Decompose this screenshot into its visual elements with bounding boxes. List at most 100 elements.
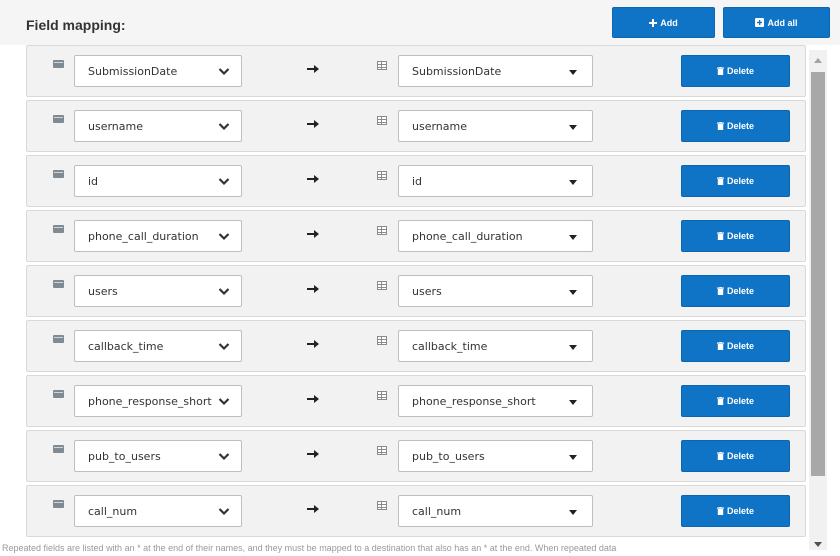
table-icon: [377, 61, 387, 70]
destination-field-select[interactable]: id: [398, 165, 593, 197]
table-icon: [377, 171, 387, 180]
trash-icon: [716, 507, 724, 515]
source-field-select[interactable]: phone_response_short: [74, 385, 242, 417]
source-field-select[interactable]: users: [74, 275, 242, 307]
destination-field-select[interactable]: callback_time: [398, 330, 593, 362]
source-field-select[interactable]: callback_time: [74, 330, 242, 362]
source-field-select[interactable]: phone_call_duration: [74, 220, 242, 252]
chevron-down-icon: [218, 233, 230, 241]
destination-field-value: users: [412, 284, 442, 298]
arrow-right-icon: [307, 120, 319, 128]
destination-field-value: SubmissionDate: [412, 64, 502, 78]
mapping-row: phone_call_duration phone_call_duration …: [26, 210, 806, 262]
delete-button-label: Delete: [726, 341, 754, 351]
source-field-select[interactable]: SubmissionDate: [74, 55, 242, 87]
field-mapping-header: Field mapping: Add Add all: [0, 0, 840, 45]
source-field-value: id: [88, 174, 99, 188]
mapping-row: username username Delete: [26, 100, 806, 152]
delete-button-label: Delete: [726, 286, 754, 296]
delete-button[interactable]: Delete: [681, 495, 790, 527]
field-icon: [53, 280, 64, 288]
destination-field-value: pub_to_users: [412, 449, 485, 463]
add-all-button[interactable]: Add all: [723, 7, 830, 38]
destination-field-select[interactable]: pub_to_users: [398, 440, 593, 472]
delete-button[interactable]: Delete: [681, 165, 790, 197]
destination-field-select[interactable]: username: [398, 110, 593, 142]
source-field-value: pub_to_users: [88, 449, 161, 463]
delete-button-label: Delete: [726, 176, 754, 186]
trash-icon: [716, 342, 724, 350]
source-field-select[interactable]: call_num: [74, 495, 242, 527]
caret-down-icon: [569, 235, 577, 240]
trash-icon: [716, 232, 724, 240]
delete-button-label: Delete: [726, 231, 754, 241]
delete-button[interactable]: Delete: [681, 220, 790, 252]
trash-icon: [716, 67, 724, 75]
arrow-right-icon: [307, 65, 319, 73]
source-field-value: phone_call_duration: [88, 229, 199, 243]
field-icon: [53, 390, 64, 398]
field-icon: [53, 170, 64, 178]
source-field-value: SubmissionDate: [88, 64, 178, 78]
scrollbar-thumb[interactable]: [811, 72, 825, 476]
delete-button-label: Delete: [726, 66, 754, 76]
destination-field-select[interactable]: users: [398, 275, 593, 307]
add-button[interactable]: Add: [612, 7, 715, 38]
chevron-down-icon: [218, 123, 230, 131]
arrow-right-icon: [307, 175, 319, 183]
chevron-down-icon: [218, 178, 230, 186]
field-icon: [53, 500, 64, 508]
table-icon: [377, 226, 387, 235]
destination-field-select[interactable]: SubmissionDate: [398, 55, 593, 87]
mapping-list: SubmissionDate SubmissionDate Delete use…: [26, 45, 806, 550]
destination-field-select[interactable]: call_num: [398, 495, 593, 527]
add-button-label: Add: [660, 17, 678, 28]
mapping-row: callback_time callback_time Delete: [26, 320, 806, 372]
table-icon: [377, 116, 387, 125]
add-all-button-label: Add all: [767, 17, 798, 28]
caret-down-icon: [569, 345, 577, 350]
destination-field-value: username: [412, 119, 467, 133]
delete-button-label: Delete: [726, 451, 754, 461]
source-field-value: phone_response_short: [88, 394, 212, 408]
field-icon: [53, 225, 64, 233]
delete-button[interactable]: Delete: [681, 440, 790, 472]
field-icon: [53, 335, 64, 343]
mapping-row: users users Delete: [26, 265, 806, 317]
delete-button-label: Delete: [726, 506, 754, 516]
table-icon: [377, 336, 387, 345]
delete-button[interactable]: Delete: [681, 55, 790, 87]
delete-button[interactable]: Delete: [681, 110, 790, 142]
arrow-right-icon: [307, 505, 319, 513]
caret-down-icon: [569, 290, 577, 295]
chevron-down-icon: [218, 453, 230, 461]
source-field-select[interactable]: username: [74, 110, 242, 142]
page-title: Field mapping:: [26, 17, 126, 33]
mapping-row: SubmissionDate SubmissionDate Delete: [26, 45, 806, 97]
delete-button[interactable]: Delete: [681, 330, 790, 362]
source-field-select[interactable]: pub_to_users: [74, 440, 242, 472]
source-field-select[interactable]: id: [74, 165, 242, 197]
trash-icon: [716, 287, 724, 295]
table-icon: [377, 281, 387, 290]
arrow-right-icon: [307, 450, 319, 458]
arrow-right-icon: [307, 395, 319, 403]
scrollbar[interactable]: [809, 50, 827, 550]
chevron-down-icon: [218, 68, 230, 76]
delete-button[interactable]: Delete: [681, 275, 790, 307]
destination-field-select[interactable]: phone_response_short: [398, 385, 593, 417]
source-field-value: callback_time: [88, 339, 164, 353]
destination-field-select[interactable]: phone_call_duration: [398, 220, 593, 252]
caret-down-icon: [569, 510, 577, 515]
repeated-fields-note: Repeated fields are listed with an * at …: [2, 543, 617, 553]
trash-icon: [716, 177, 724, 185]
arrow-right-icon: [307, 285, 319, 293]
arrow-right-icon: [307, 230, 319, 238]
chevron-down-icon: [218, 508, 230, 516]
trash-icon: [716, 452, 724, 460]
mapping-row: call_num call_num Delete: [26, 485, 806, 537]
caret-down-icon: [569, 400, 577, 405]
delete-button[interactable]: Delete: [681, 385, 790, 417]
scroll-up-arrow-icon[interactable]: [814, 58, 822, 63]
destination-field-value: call_num: [412, 504, 462, 518]
